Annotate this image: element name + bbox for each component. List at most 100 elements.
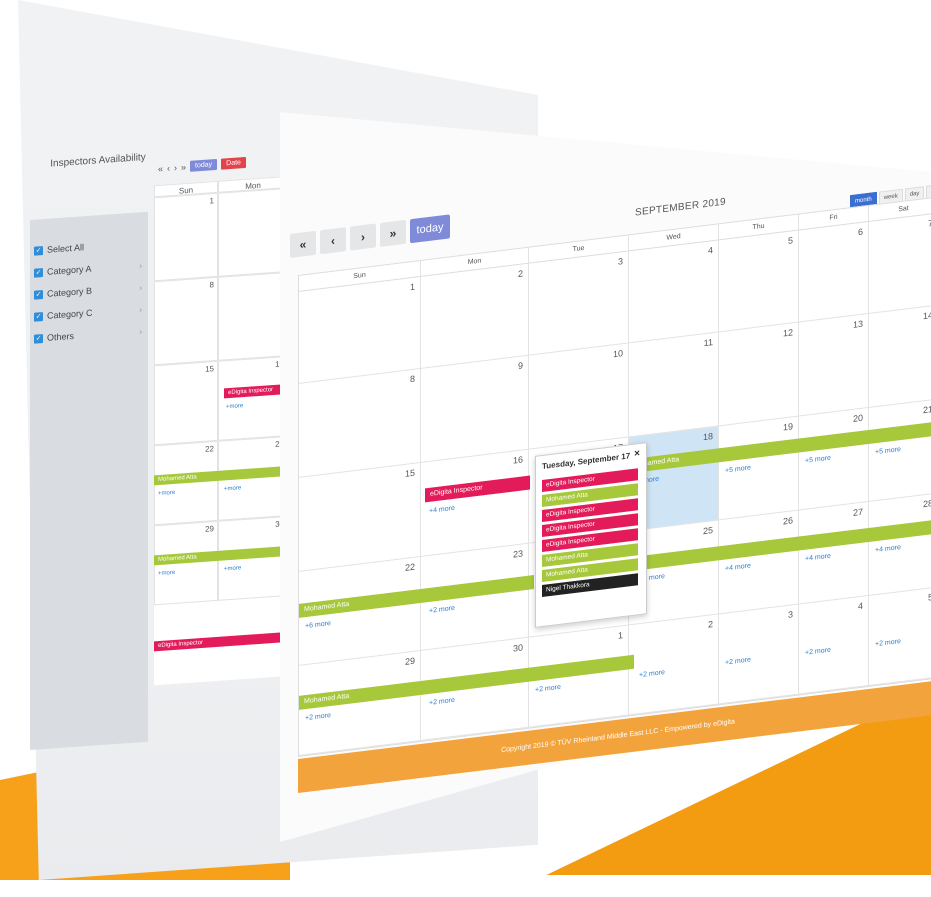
day-number: 16: [512, 454, 523, 466]
day-number: 29: [404, 655, 415, 667]
day-cell[interactable]: 14: [869, 305, 931, 408]
day-number: 11: [703, 337, 713, 349]
day-cell[interactable]: 7: [869, 213, 931, 314]
filter-label: Others: [47, 330, 75, 343]
day-cell[interactable]: 8: [154, 276, 218, 366]
day-cell[interactable]: 16: [421, 449, 529, 557]
day-cell[interactable]: 5: [869, 587, 931, 686]
day-number: 30: [512, 642, 523, 654]
day-number: 22: [205, 444, 214, 454]
checkbox-icon[interactable]: ✓: [34, 245, 43, 256]
first-page-button[interactable]: «: [290, 230, 316, 258]
today-button[interactable]: today: [410, 214, 450, 244]
checkbox-icon[interactable]: ✓: [34, 333, 43, 344]
day-cell[interactable]: 8: [299, 368, 421, 478]
back-calendar-toolbar: « ‹ › » today Date: [158, 156, 246, 174]
more-link[interactable]: +more: [158, 570, 175, 577]
checkbox-icon[interactable]: ✓: [34, 289, 43, 300]
day-number: 10: [612, 348, 623, 360]
day-number: 9: [517, 360, 523, 372]
filter-list: ✓ Select All ✓ Category A › ✓ Category B…: [30, 232, 148, 350]
event-bar[interactable]: eDigita Inspector: [154, 631, 292, 652]
prev-icon[interactable]: ‹: [167, 163, 170, 173]
day-number: 4: [857, 600, 863, 612]
day-cell[interactable]: 3: [719, 604, 799, 705]
day-number: 3: [787, 609, 793, 620]
day-cell[interactable]: 26: [719, 510, 799, 615]
day-number: 15: [205, 364, 214, 374]
day-events-popover: Tuesday, September 17 × eDigita Inspecto…: [535, 442, 647, 628]
date-button[interactable]: Date: [221, 156, 246, 170]
day-cell[interactable]: 4: [629, 240, 719, 344]
chevron-right-icon[interactable]: ›: [139, 327, 142, 336]
day-cell[interactable]: 27: [799, 501, 869, 605]
day-cell[interactable]: 9: [421, 355, 529, 463]
filter-label: Select All: [47, 242, 85, 255]
filter-label: Category C: [47, 307, 93, 321]
day-number: 4: [707, 245, 713, 256]
day-cell[interactable]: 2: [421, 263, 529, 369]
day-cell[interactable]: 10: [529, 343, 629, 450]
day-number: 13: [852, 318, 863, 330]
day-cell[interactable]: 9: [218, 271, 288, 361]
day-cell[interactable]: 15: [299, 462, 421, 572]
day-cell[interactable]: 4: [799, 595, 869, 695]
last-icon[interactable]: »: [181, 162, 186, 172]
chevron-right-icon[interactable]: ›: [139, 305, 142, 314]
filter-label: Category A: [47, 263, 92, 277]
day-number: 18: [702, 431, 713, 443]
day-number: 5: [787, 235, 793, 246]
month-title: SEPTEMBER 2019: [635, 196, 726, 219]
day-number: 23: [512, 548, 523, 560]
more-link[interactable]: +more: [224, 485, 241, 492]
day-number: 27: [852, 506, 863, 518]
day-number: 6: [857, 226, 863, 238]
more-link[interactable]: +more: [224, 565, 241, 572]
day-cell[interactable]: 1: [299, 276, 421, 384]
next-icon[interactable]: ›: [174, 162, 177, 172]
day-number: 29: [205, 524, 214, 534]
day-number: 8: [409, 373, 415, 385]
checkbox-icon[interactable]: ✓: [34, 311, 43, 322]
next-button[interactable]: ›: [350, 223, 376, 251]
inspector-filter-sidebar: ✓ Select All ✓ Category A › ✓ Category B…: [30, 211, 148, 750]
day-cell[interactable]: 6: [799, 221, 869, 323]
day-number: 21: [922, 404, 931, 416]
day-cell[interactable]: 2: [218, 187, 288, 277]
day-number: 15: [404, 467, 415, 479]
more-link[interactable]: +more: [158, 490, 175, 497]
day-cell[interactable]: 15: [154, 360, 218, 446]
prev-button[interactable]: ‹: [320, 227, 346, 255]
day-cell[interactable]: 5: [719, 230, 799, 333]
last-page-button[interactable]: »: [380, 219, 406, 247]
more-link[interactable]: +more: [226, 403, 243, 410]
day-number: 26: [782, 515, 793, 527]
day-cell[interactable]: 2: [629, 614, 719, 716]
day-cell[interactable]: 13: [799, 313, 869, 417]
day-cell[interactable]: 3: [529, 251, 629, 356]
day-number: 22: [404, 561, 415, 573]
day-number: 28: [922, 498, 931, 510]
sidebar-title: Inspectors Availability: [50, 151, 146, 170]
chevron-right-icon[interactable]: ›: [139, 283, 142, 292]
first-icon[interactable]: «: [158, 163, 163, 173]
checkbox-icon[interactable]: ✓: [34, 267, 43, 278]
day-number: 19: [782, 421, 793, 433]
day-cell[interactable]: 16: [218, 355, 288, 441]
day-cell[interactable]: 1: [154, 192, 218, 282]
day-number: 1: [209, 196, 214, 206]
day-number: 1: [617, 630, 623, 641]
chevron-right-icon: ›: [361, 229, 365, 245]
day-number: 1: [409, 281, 415, 293]
double-chevron-left-icon: «: [299, 236, 307, 252]
day-number: 3: [617, 256, 623, 267]
day-number: 20: [852, 412, 863, 424]
chevron-right-icon[interactable]: ›: [139, 261, 142, 270]
today-button[interactable]: today: [190, 158, 218, 172]
day-cell[interactable]: 11: [629, 332, 719, 438]
day-cell[interactable]: 12: [719, 322, 799, 427]
day-number: 2: [517, 268, 523, 280]
front-calendar: « ‹ › » today SEPTEMBER 2019 month week …: [290, 137, 931, 840]
calendar-toolbar: « ‹ › » today: [290, 214, 450, 258]
close-icon[interactable]: ×: [634, 448, 640, 460]
